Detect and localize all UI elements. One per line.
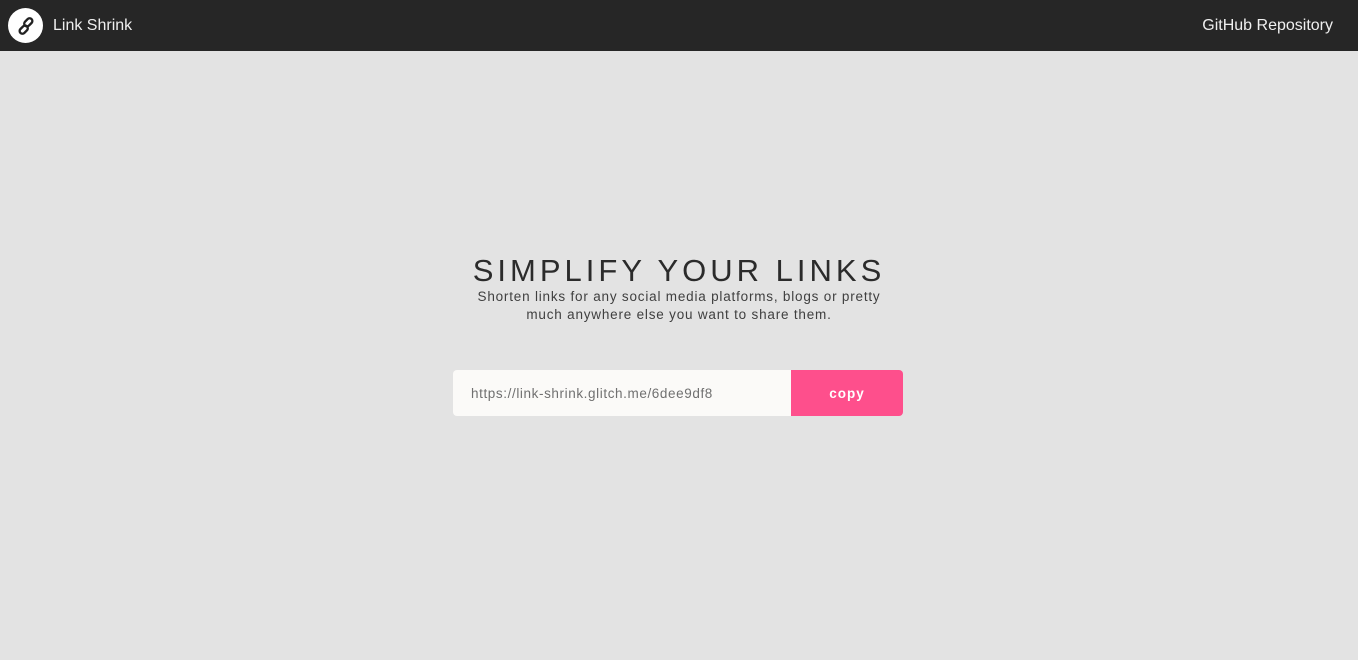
hero-title: SIMPLIFY YOUR LINKS <box>472 253 886 288</box>
hero-subtitle: Shorten links for any social media platf… <box>477 289 881 322</box>
short-url-field[interactable] <box>453 370 791 416</box>
main-content: SIMPLIFY YOUR LINKS Shorten links for an… <box>0 51 1358 660</box>
hero-section: SIMPLIFY YOUR LINKS Shorten links for an… <box>0 254 1358 324</box>
chain-link-icon <box>8 8 43 43</box>
copy-button[interactable]: copy <box>791 370 903 416</box>
shortener-form: copy <box>453 370 903 416</box>
brand-link[interactable]: Link Shrink <box>8 8 132 43</box>
navbar: Link Shrink GitHub Repository <box>0 0 1358 51</box>
brand-name: Link Shrink <box>53 16 133 34</box>
github-repository-link[interactable]: GitHub Repository <box>1202 17 1333 35</box>
